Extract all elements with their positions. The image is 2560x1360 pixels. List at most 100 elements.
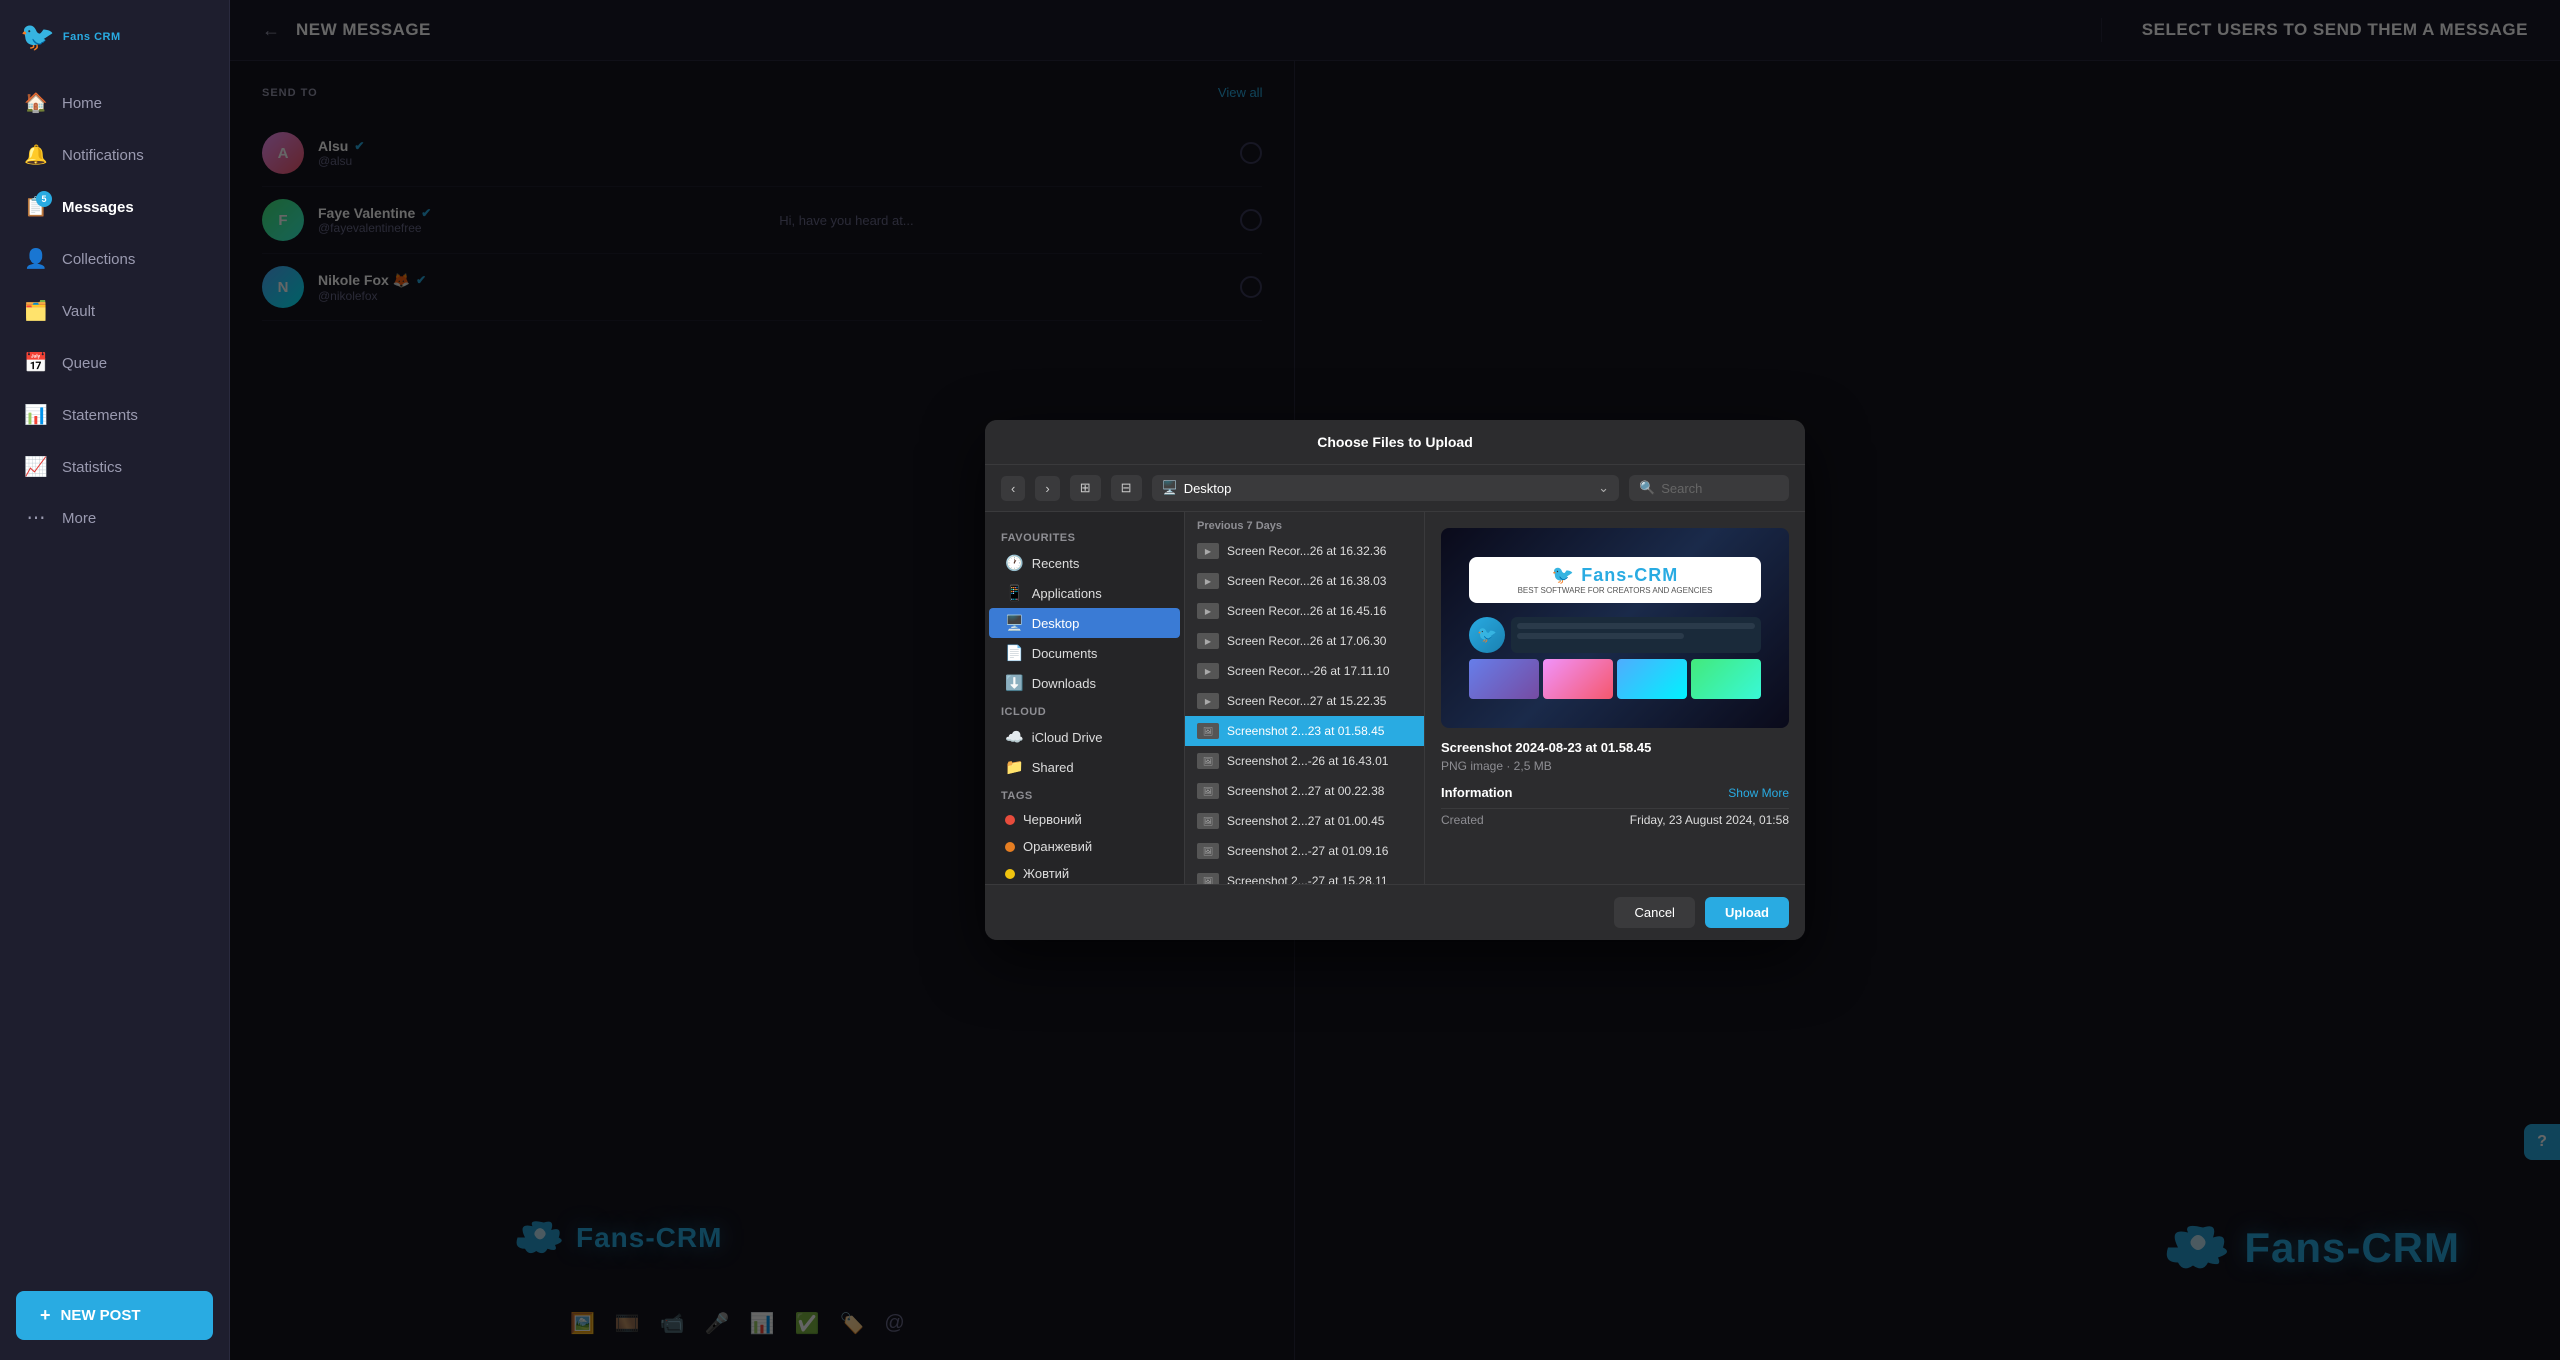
tag-item-yellow[interactable]: Жовтий — [989, 860, 1180, 884]
logo-bird-icon: 🐦 — [20, 20, 55, 53]
sidebar-item-queue[interactable]: 📅 Queue — [0, 337, 229, 389]
location-chevron-icon[interactable]: ⌄ — [1598, 480, 1609, 496]
sidebar-label-notifications: Notifications — [62, 147, 144, 164]
file-item[interactable]: ▶ Screen Recor...-26 at 17.11.10 — [1185, 656, 1424, 686]
applications-icon: 📱 — [1005, 584, 1024, 602]
collections-icon: 👤 — [24, 247, 48, 271]
sidebar-item-documents[interactable]: 📄 Documents — [989, 638, 1180, 668]
preview-image: 🐦 Fans-CRM BEST SOFTWARE FOR CREATORS AN… — [1441, 528, 1789, 728]
preview-info-header: Information Show More — [1441, 785, 1789, 800]
more-icon: ⋯ — [24, 507, 48, 530]
sidebar-item-desktop[interactable]: 🖥️ Desktop — [989, 608, 1180, 638]
file-name: Screen Recor...-26 at 17.11.10 — [1227, 664, 1390, 678]
file-name: Screenshot 2...-27 at 01.09.16 — [1227, 844, 1388, 858]
sidebar-item-collections[interactable]: 👤 Collections — [0, 233, 229, 285]
file-item[interactable]: ▶ Screen Recor...26 at 16.38.03 — [1185, 566, 1424, 596]
location-text: Desktop — [1184, 481, 1232, 496]
search-icon: 🔍 — [1639, 480, 1655, 496]
chooser-body: Favourites 🕐 Recents 📱 Applications 🖥️ D… — [985, 512, 1805, 884]
sidebar-nav: 🏠 Home 🔔 Notifications 📋 5 Messages 👤 Co… — [0, 77, 229, 1275]
file-name: Screenshot 2...27 at 01.00.45 — [1227, 814, 1384, 828]
tag-label-red: Червоний — [1023, 812, 1082, 827]
statistics-icon: 📈 — [24, 455, 48, 479]
view-grid-button[interactable]: ⊟ — [1111, 475, 1142, 501]
file-thumb: ▶ — [1197, 663, 1219, 679]
file-item[interactable]: ▶ Screen Recor...27 at 15.22.35 — [1185, 686, 1424, 716]
file-item[interactable]: ▶ Screen Recor...26 at 16.45.16 — [1185, 596, 1424, 626]
preview-text-line — [1517, 633, 1683, 639]
sidebar-label-vault: Vault — [62, 303, 95, 320]
file-item[interactable]: 🖼 Screenshot 2...27 at 01.00.45 — [1185, 806, 1424, 836]
icloud-drive-icon: ☁️ — [1005, 728, 1024, 746]
tag-item-red[interactable]: Червоний — [989, 806, 1180, 833]
file-thumb: 🖼 — [1197, 873, 1219, 884]
file-item-selected[interactable]: 🖼 Screenshot 2...23 at 01.58.45 — [1185, 716, 1424, 746]
documents-label: Documents — [1032, 646, 1098, 661]
sidebar-label-collections: Collections — [62, 251, 135, 268]
notifications-icon: 🔔 — [24, 143, 48, 167]
show-more-link[interactable]: Show More — [1728, 786, 1789, 800]
sidebar-item-messages[interactable]: 📋 5 Messages — [0, 181, 229, 233]
preview-filename: Screenshot 2024-08-23 at 01.58.45 — [1441, 740, 1789, 755]
preview-logo-bar: 🐦 Fans-CRM BEST SOFTWARE FOR CREATORS AN… — [1469, 557, 1761, 603]
back-nav-button[interactable]: ‹ — [1001, 476, 1025, 501]
forward-nav-button[interactable]: › — [1035, 476, 1059, 501]
file-name: Screenshot 2...23 at 01.58.45 — [1227, 724, 1384, 738]
red-tag-dot — [1005, 815, 1015, 825]
new-post-button[interactable]: + NEW POST — [16, 1291, 213, 1340]
file-name: Screen Recor...26 at 16.45.16 — [1227, 604, 1386, 618]
file-item[interactable]: ▶ Screen Recor...26 at 16.32.36 — [1185, 536, 1424, 566]
sidebar-item-shared[interactable]: 📁 Shared — [989, 752, 1180, 782]
file-thumb: 🖼 — [1197, 843, 1219, 859]
messages-badge: 5 — [36, 191, 52, 207]
sidebar-item-applications[interactable]: 📱 Applications — [989, 578, 1180, 608]
preview-info-title: Information — [1441, 785, 1513, 800]
sidebar-item-statistics[interactable]: 📈 Statistics — [0, 441, 229, 493]
view-column-button[interactable]: ⊞ — [1070, 475, 1101, 501]
file-chooser-dialog: Choose Files to Upload ‹ › ⊞ ⊟ 🖥️ Deskto… — [985, 420, 1805, 940]
sidebar-item-more[interactable]: ⋯ More — [0, 493, 229, 544]
preview-avatar: 🐦 — [1469, 617, 1505, 653]
location-bar: 🖥️ Desktop ⌄ — [1152, 475, 1620, 501]
sidebar-item-icloud-drive[interactable]: ☁️ iCloud Drive — [989, 722, 1180, 752]
file-item[interactable]: ▶ Screen Recor...26 at 17.06.30 — [1185, 626, 1424, 656]
sidebar-item-notifications[interactable]: 🔔 Notifications — [0, 129, 229, 181]
search-placeholder[interactable]: Search — [1661, 481, 1702, 496]
file-item[interactable]: 🖼 Screenshot 2...-26 at 16.43.01 — [1185, 746, 1424, 776]
sidebar-item-recents[interactable]: 🕐 Recents — [989, 548, 1180, 578]
sidebar-label-statistics: Statistics — [62, 459, 122, 476]
statements-icon: 📊 — [24, 403, 48, 427]
desktop-label: Desktop — [1032, 616, 1080, 631]
preview-text-line — [1517, 623, 1755, 629]
favourites-section-label: Favourites — [985, 524, 1184, 548]
sidebar-item-home[interactable]: 🏠 Home — [0, 77, 229, 129]
preview-filetype: PNG image · 2,5 MB — [1441, 759, 1789, 773]
sidebar-label-statements: Statements — [62, 407, 138, 424]
sidebar-logo: 🐦 Fans CRM — [0, 20, 141, 77]
file-item[interactable]: 🖼 Screenshot 2...-27 at 15.28.11 — [1185, 866, 1424, 884]
file-chooser-overlay: Choose Files to Upload ‹ › ⊞ ⊟ 🖥️ Deskto… — [230, 0, 2560, 1360]
sidebar-item-statements[interactable]: 📊 Statements — [0, 389, 229, 441]
file-thumb: 🖼 — [1197, 753, 1219, 769]
file-name: Screen Recor...27 at 15.22.35 — [1227, 694, 1386, 708]
preview-image-inner: 🐦 Fans-CRM BEST SOFTWARE FOR CREATORS AN… — [1441, 528, 1789, 728]
new-post-label: NEW POST — [61, 1307, 141, 1324]
plus-icon: + — [40, 1305, 51, 1326]
upload-button[interactable]: Upload — [1705, 897, 1789, 928]
file-thumb: 🖼 — [1197, 783, 1219, 799]
file-thumb: ▶ — [1197, 693, 1219, 709]
sidebar-label-home: Home — [62, 95, 102, 112]
created-value: Friday, 23 August 2024, 01:58 — [1630, 813, 1789, 827]
sidebar-item-downloads[interactable]: ⬇️ Downloads — [989, 668, 1180, 698]
downloads-icon: ⬇️ — [1005, 674, 1024, 692]
file-item[interactable]: 🖼 Screenshot 2...27 at 00.22.38 — [1185, 776, 1424, 806]
tag-item-orange[interactable]: Оранжевий — [989, 833, 1180, 860]
file-name: Screen Recor...26 at 17.06.30 — [1227, 634, 1386, 648]
chooser-toolbar: ‹ › ⊞ ⊟ 🖥️ Desktop ⌄ 🔍 Search — [985, 465, 1805, 512]
file-item[interactable]: 🖼 Screenshot 2...-27 at 01.09.16 — [1185, 836, 1424, 866]
sidebar-item-vault[interactable]: 🗂️ Vault — [0, 285, 229, 337]
cancel-button[interactable]: Cancel — [1614, 897, 1694, 928]
file-name: Screen Recor...26 at 16.32.36 — [1227, 544, 1386, 558]
preview-info-created: Created Friday, 23 August 2024, 01:58 — [1441, 808, 1789, 831]
desktop-folder-icon: 🖥️ — [1162, 480, 1178, 496]
